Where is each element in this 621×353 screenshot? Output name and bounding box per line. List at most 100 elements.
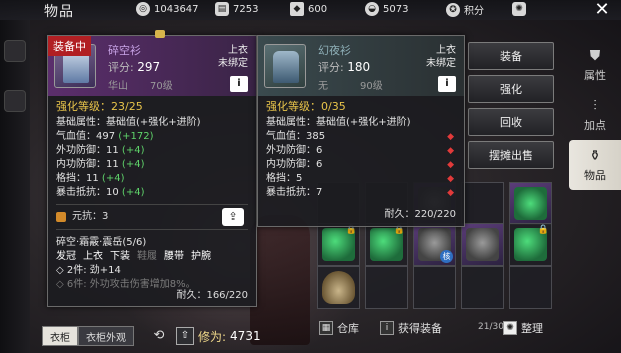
tab-label: 物品 <box>584 168 606 182</box>
robe-icon <box>273 51 299 83</box>
tab-label: 属性 <box>584 68 606 82</box>
inventory-slot[interactable] <box>317 266 360 309</box>
bag-icon: ⚱ <box>589 147 601 164</box>
left-edge-panel <box>0 0 30 353</box>
tab-wardrobe[interactable]: 衣柜 <box>42 326 78 346</box>
get-equipment-button[interactable]: i 获得装备 <box>380 320 442 336</box>
stall-sell-button[interactable]: 摆摊出售 <box>468 141 554 169</box>
yuanbao-icon: ◒ <box>365 2 379 16</box>
enhance-level: 强化等级：23/25 <box>56 100 143 113</box>
stat-label: 暴击抵抗： <box>56 187 106 198</box>
refresh-icon[interactable]: ⟲ <box>150 327 168 345</box>
stat-row: 外功防御：6 ◆ <box>266 144 456 158</box>
stat-decrease-icon: ◆ <box>447 146 454 156</box>
left-edge-button-1[interactable] <box>4 40 26 62</box>
inventory-slot[interactable] <box>461 266 504 309</box>
attr-header: 基础属性：基础值(+强化+进阶) <box>266 116 456 130</box>
stat-label: 内功防御： <box>266 159 316 170</box>
stat-decrease-icon: ◆ <box>447 132 454 142</box>
stat-bonus: (+4) <box>101 173 125 184</box>
stat-value: 11 <box>106 145 119 156</box>
settings-gear[interactable]: ✺ <box>512 2 526 16</box>
inventory-slot[interactable] <box>461 182 504 225</box>
score-value: 297 <box>137 60 161 74</box>
lock-icon: 🔒 <box>537 225 549 235</box>
stat-bonus: (+4) <box>121 187 145 198</box>
tab-label: 加点 <box>584 118 606 132</box>
item-thumbnail <box>264 44 306 88</box>
stat-row: 格挡：5 ◆ <box>266 172 456 186</box>
resource-value: 5073 <box>383 3 409 15</box>
resource-points[interactable]: ✪ 积分 <box>446 2 484 17</box>
durability: 耐久：166/220 <box>176 290 248 301</box>
xiuwei-value: 4731 <box>230 329 261 343</box>
resource-value: 1043647 <box>154 3 199 15</box>
tab-attributes[interactable]: ⛊ 属性 <box>569 40 621 90</box>
stat-bonus: (+172) <box>118 131 154 142</box>
inventory-slot[interactable]: 🔒 <box>365 223 408 266</box>
warehouse-icon: ▦ <box>319 321 333 335</box>
gear-icon: ✺ <box>512 2 526 16</box>
inventory-slot[interactable]: 🔒 <box>509 223 552 266</box>
stat-decrease-icon: ◆ <box>447 160 454 170</box>
equip-button[interactable]: 装备 <box>468 42 554 70</box>
stat-value: 10 <box>106 187 119 198</box>
inventory-slot[interactable] <box>509 266 552 309</box>
top-bar: 物品 ◎ 1043647 ▤ 7253 ◆ 600 ◒ 5073 ✪ 积分 ✺ … <box>0 0 621 20</box>
xiuwei-display: ⇧ 修为: 4731 <box>176 326 261 346</box>
inventory-slot[interactable] <box>413 266 456 309</box>
warehouse-button[interactable]: ▦ 仓库 <box>319 320 359 336</box>
item-sect: 华山 <box>108 81 128 92</box>
enhance-button[interactable]: 强化 <box>468 75 554 103</box>
attr-header-text: 基础属性：基础值(+强化+进阶) <box>266 117 411 128</box>
upgrade-button[interactable]: ⇪ <box>222 208 244 226</box>
stat-value: 5 <box>296 173 303 184</box>
yuankang-row: 元抗：3 ⇪ <box>56 208 248 226</box>
inventory-slot[interactable] <box>509 182 552 225</box>
stat-value: 6 <box>316 145 323 156</box>
stat-row: 外功防御：11 (+4) <box>56 144 248 158</box>
left-edge-button-2[interactable] <box>4 90 26 112</box>
stat-row: 气血值：385 ◆ <box>266 130 456 144</box>
score-value: 180 <box>347 60 371 74</box>
inventory-slot[interactable] <box>365 266 408 309</box>
score-label: 评分: <box>108 61 134 74</box>
stat-label: 外功防御： <box>266 145 316 156</box>
stat-row: 格挡：11 (+4) <box>56 172 248 186</box>
recycle-button[interactable]: 回收 <box>468 108 554 136</box>
organize-button[interactable]: ✺ 整理 <box>503 320 543 336</box>
stat-bonus: (+4) <box>121 159 145 170</box>
get-equipment-label: 获得装备 <box>398 322 442 335</box>
points-icon: ✪ <box>446 2 460 17</box>
score-label: 评分: <box>318 61 344 74</box>
tab-wardrobe-appearance[interactable]: 衣柜外观 <box>78 326 134 346</box>
stat-label: 气血值： <box>266 131 306 142</box>
divider <box>56 229 248 230</box>
item-score: 评分: 297 <box>108 59 160 75</box>
equipped-item-tooltip: 装备中 碎空衫 评分: 297 华山 70级 上衣 未绑定 i 强化等级：23/… <box>47 35 257 307</box>
bookmark-icon <box>155 30 165 38</box>
inventory-slot[interactable] <box>461 223 504 266</box>
stat-row: 内功防御：11 (+4) <box>56 158 248 172</box>
resource-silver: ◎ 1043647 <box>136 2 199 16</box>
tab-points[interactable]: ⫶ 加点 <box>569 90 621 140</box>
tab-items[interactable]: ⚱ 物品 <box>569 140 621 190</box>
jade-icon: ◆ <box>290 2 304 16</box>
info-button[interactable]: i <box>230 76 248 92</box>
item-stats: 强化等级：0/35 基础属性：基础值(+强化+进阶) 气血值：385 ◆ 外功防… <box>258 96 464 200</box>
silver-coin-icon: ◎ <box>136 2 150 16</box>
inventory-slot[interactable]: 🔒 <box>317 223 360 266</box>
durability: 耐久：220/220 <box>384 209 456 220</box>
stat-label: 格挡： <box>266 173 296 184</box>
stat-value: 497 <box>96 131 116 142</box>
resource-jade: ◆ 600 <box>290 2 327 16</box>
side-menu: ⛊ 属性 ⫶ 加点 ⚱ 物品 <box>569 40 621 190</box>
enhance-level: 强化等级：0/35 <box>266 100 346 113</box>
window-title: 物品 <box>44 4 74 20</box>
info-button[interactable]: i <box>438 76 456 92</box>
inventory-slot[interactable]: 核 <box>413 223 456 266</box>
wardrobe-tabs: 衣柜 衣柜外观 <box>42 326 134 346</box>
up-arrow-icon[interactable]: ⇧ <box>176 327 194 345</box>
close-button[interactable]: ✕ <box>591 0 613 20</box>
resource-yuanbao: ◒ 5073 <box>365 2 408 16</box>
